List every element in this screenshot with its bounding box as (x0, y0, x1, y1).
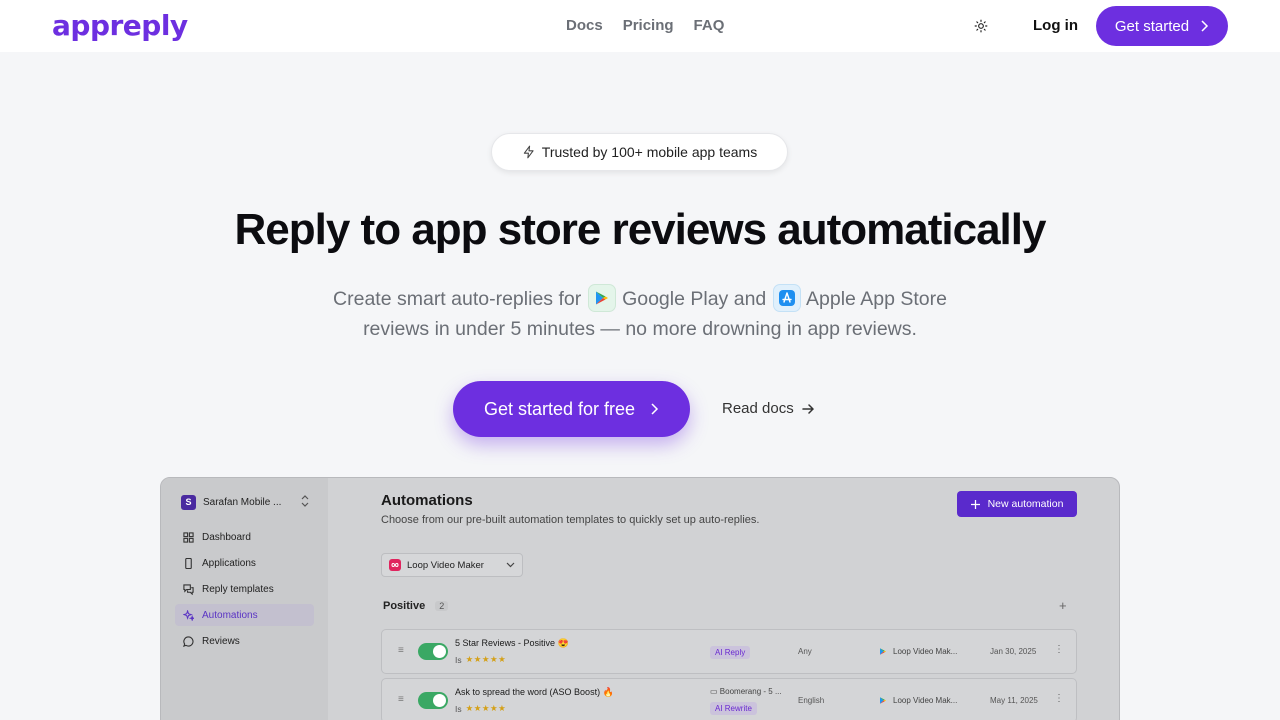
section-count: 2 (435, 601, 449, 611)
nav-link-docs[interactable]: Docs (566, 17, 603, 34)
hero-subtitle: Create smart auto-replies for Google Pla… (0, 283, 1280, 344)
chevron-down-icon (506, 562, 515, 568)
top-navbar: appreply Docs Pricing FAQ Log in Get sta… (0, 0, 1280, 52)
rating-prefix: Is (455, 703, 462, 714)
workspace-avatar: S (181, 494, 196, 510)
sparkles-icon (183, 609, 194, 621)
nav-link-faq[interactable]: FAQ (694, 17, 725, 34)
app-label: Loop Video Mak... (879, 647, 957, 656)
app-select-value: Loop Video Maker (407, 559, 484, 571)
sidebar-item-dashboard[interactable]: Dashboard (175, 526, 314, 548)
login-link[interactable]: Log in (1033, 17, 1078, 34)
rating-prefix: Is (455, 654, 462, 665)
more-options-icon[interactable]: ⋮ (1054, 693, 1064, 704)
google-play-icon (880, 648, 886, 655)
sidebar-item-reviews[interactable]: Reviews (175, 630, 314, 652)
logo[interactable]: appreply (52, 9, 188, 42)
automation-title: Ask to spread the word (ASO Boost) 🔥 (455, 687, 614, 697)
sidebar-item-label: Automations (202, 609, 258, 621)
get-started-free-label: Get started for free (483, 398, 636, 419)
new-automation-label: New automation (987, 498, 1064, 510)
chevron-right-icon (651, 403, 659, 415)
drag-handle-icon[interactable]: ≡ (398, 645, 404, 656)
automation-date: Jan 30, 2025 (990, 647, 1037, 656)
chevron-up-down-icon (301, 495, 309, 507)
app-name: Loop Video Mak... (893, 696, 958, 705)
sun-icon (974, 19, 988, 33)
nav-link-pricing[interactable]: Pricing (623, 17, 674, 34)
hero-title: Reply to app store reviews automatically (234, 205, 1047, 254)
rating-condition: Is ★★★★★ (455, 703, 506, 714)
app-preview-screenshot: S Sarafan Mobile ... Dashboard Applicati… (160, 477, 1120, 720)
ai-rewrite-tag: AI Rewrite (710, 702, 757, 715)
lightning-icon (523, 145, 534, 159)
phone-icon (185, 557, 192, 569)
language-label: English (798, 696, 825, 705)
nav-links: Docs Pricing FAQ (566, 17, 724, 34)
automation-toggle[interactable] (418, 692, 448, 709)
add-automation-icon[interactable]: + (1059, 598, 1067, 613)
preview-main: Automations Choose from our pre-built au… (328, 478, 1119, 720)
message-icon (183, 635, 194, 647)
sidebar-item-label: Reply templates (202, 583, 274, 595)
sidebar-item-automations[interactable]: Automations (175, 604, 314, 626)
automation-row[interactable]: ≡ Ask to spread the word (ASO Boost) 🔥 I… (381, 678, 1077, 720)
automation-date: May 11, 2025 (990, 696, 1038, 705)
automation-title: 5 Star Reviews - Positive 😍 (455, 638, 569, 648)
app-select-dropdown[interactable]: Loop Video Maker (381, 553, 523, 577)
drag-handle-icon[interactable]: ≡ (398, 694, 404, 705)
dashboard-icon (183, 531, 194, 543)
positive-section-header: Positive 2 (383, 600, 449, 612)
language-label: Any (798, 647, 812, 656)
app-store-icon (772, 283, 801, 312)
sidebar-item-label: Applications (202, 557, 256, 569)
subtitle-and: and (733, 288, 767, 310)
trust-badge: Trusted by 100+ mobile app teams (491, 133, 788, 171)
automations-title: Automations (381, 492, 473, 509)
more-options-icon[interactable]: ⋮ (1054, 644, 1064, 655)
app-store-label: Apple App Store (806, 288, 947, 310)
loop-app-icon (389, 559, 401, 571)
new-automation-button[interactable]: New automation (957, 491, 1077, 517)
sidebar-item-label: Reviews (202, 635, 240, 647)
app-label: Loop Video Mak... (879, 696, 957, 705)
chevron-right-icon (1201, 20, 1209, 32)
get-started-button[interactable]: Get started (1096, 6, 1228, 46)
read-docs-label: Read docs (722, 400, 794, 417)
section-label: Positive (383, 600, 426, 612)
read-docs-link[interactable]: Read docs (722, 400, 814, 417)
arrow-right-icon (801, 403, 814, 414)
google-play-label: Google Play (622, 288, 729, 310)
chat-icon (183, 583, 194, 595)
folder-icon: ▭ (710, 687, 718, 696)
rating-condition: Is ★★★★★ (455, 654, 506, 665)
preview-sidebar: S Sarafan Mobile ... Dashboard Applicati… (161, 478, 328, 720)
sidebar-item-label: Dashboard (202, 531, 251, 543)
ai-reply-tag: AI Reply (710, 646, 751, 659)
workspace-switcher[interactable]: S Sarafan Mobile ... (181, 493, 309, 511)
template-folder: ▭ Boomerang - 5 ... (710, 687, 782, 696)
get-started-label: Get started (1114, 17, 1190, 35)
google-play-icon (880, 697, 886, 704)
get-started-free-button[interactable]: Get started for free (453, 381, 690, 437)
automations-description: Choose from our pre-built automation tem… (381, 514, 760, 526)
star-rating: ★★★★★ (465, 703, 507, 713)
plus-icon (970, 499, 980, 509)
google-play-icon (587, 283, 616, 312)
app-name: Loop Video Mak... (893, 647, 958, 656)
workspace-name: Sarafan Mobile ... (203, 496, 282, 508)
trust-badge-text: Trusted by 100+ mobile app teams (541, 144, 758, 160)
sidebar-item-reply-templates[interactable]: Reply templates (175, 578, 314, 600)
star-rating: ★★★★★ (465, 654, 507, 664)
subtitle-line2: reviews in under 5 minutes — no more dro… (363, 318, 917, 340)
sidebar-item-applications[interactable]: Applications (175, 552, 314, 574)
theme-toggle-button[interactable] (970, 15, 992, 37)
folder-name: Boomerang - 5 ... (719, 687, 782, 696)
automation-row[interactable]: ≡ 5 Star Reviews - Positive 😍 Is ★★★★★ A… (381, 629, 1077, 674)
subtitle-part1: Create smart auto-replies for (333, 288, 582, 310)
automation-toggle[interactable] (418, 643, 448, 660)
